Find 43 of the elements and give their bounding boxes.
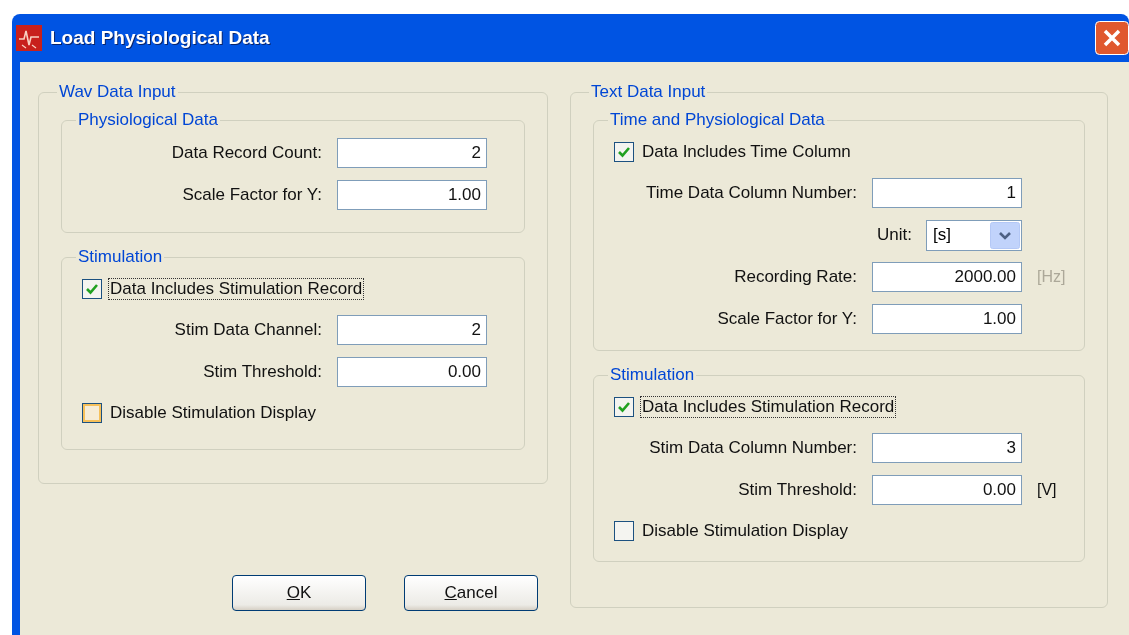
field-label: Stim Threshold: bbox=[202, 362, 322, 382]
input-field[interactable]: 1 bbox=[872, 178, 1022, 208]
unit-dropdown[interactable]: [s] bbox=[926, 219, 1022, 251]
field-label: Stim Threshold: bbox=[737, 480, 857, 500]
window-title: Load Physiological Data bbox=[50, 27, 270, 49]
checkbox-label[interactable]: Disable Stimulation Display bbox=[108, 402, 318, 424]
checkbox-label[interactable]: Data Includes Time Column bbox=[640, 141, 853, 163]
checkbox[interactable] bbox=[82, 403, 102, 423]
close-icon[interactable] bbox=[1095, 21, 1129, 55]
checkbox-label[interactable]: Disable Stimulation Display bbox=[640, 520, 850, 542]
group-title: Wav Data Input bbox=[58, 82, 177, 102]
input-field[interactable]: 1.00 bbox=[872, 304, 1022, 334]
field-label: Scale Factor for Y: bbox=[716, 309, 857, 329]
unit-label: [Hz] bbox=[1037, 268, 1066, 286]
checkbox-label[interactable]: Data Includes Stimulation Record bbox=[108, 278, 365, 300]
input-field[interactable]: 0.00 bbox=[872, 475, 1022, 505]
app-icon bbox=[16, 25, 42, 51]
dialog-button[interactable]: Cancel bbox=[404, 575, 538, 611]
field-label: Scale Factor for Y: bbox=[181, 185, 322, 205]
input-field[interactable]: 2 bbox=[337, 138, 487, 168]
input-field[interactable]: 3 bbox=[872, 433, 1022, 463]
field-label: Stim Data Channel: bbox=[173, 320, 322, 340]
unit-label: [V] bbox=[1037, 481, 1057, 499]
checkbox[interactable] bbox=[614, 142, 634, 162]
group-title: Text Data Input bbox=[590, 82, 707, 102]
checkbox[interactable] bbox=[614, 521, 634, 541]
checkbox-label[interactable]: Data Includes Stimulation Record bbox=[640, 396, 897, 418]
group-title: Physiological Data bbox=[77, 110, 219, 130]
field-label: Recording Rate: bbox=[733, 267, 857, 287]
field-label: Unit: bbox=[877, 225, 912, 245]
input-field[interactable]: 2000.00 bbox=[872, 262, 1022, 292]
group-title: Stimulation bbox=[77, 247, 164, 267]
input-field[interactable]: 1.00 bbox=[337, 180, 487, 210]
checkbox[interactable] bbox=[82, 279, 102, 299]
field-label: Data Record Count: bbox=[170, 143, 322, 163]
field-label: Stim Data Column Number: bbox=[648, 438, 857, 458]
dialog-button[interactable]: OK bbox=[232, 575, 366, 611]
checkbox[interactable] bbox=[614, 397, 634, 417]
field-label: Time Data Column Number: bbox=[645, 183, 857, 203]
input-field[interactable]: 0.00 bbox=[337, 357, 487, 387]
input-field[interactable]: 2 bbox=[337, 315, 487, 345]
group-title: Time and Physiological Data bbox=[609, 110, 826, 130]
group-title: Stimulation bbox=[609, 365, 696, 385]
